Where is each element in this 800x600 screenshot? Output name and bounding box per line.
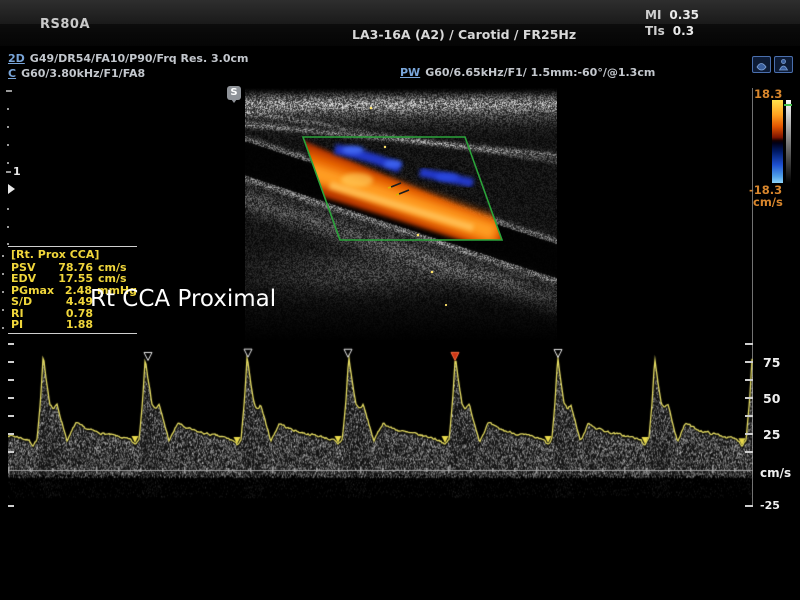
velocity-unit-label: cm/s: [760, 466, 791, 480]
scale-tick: [745, 379, 753, 381]
b-mode-settings: G49/DR54/FA10/P90/Frq Res. 3.0cm: [30, 52, 249, 65]
depth-ruler-dot: [7, 162, 9, 164]
mi-label: MI: [645, 8, 661, 22]
scale-tick: [8, 415, 14, 417]
scale-tick: [8, 433, 14, 435]
b-mode-label[interactable]: 2D: [8, 52, 25, 65]
color-mode-params: C G60/3.80kHz/F1/FA8: [8, 67, 145, 80]
ultrasound-screen: RS80A LA3-16A (A2) / Carotid / FR25Hz MI…: [0, 0, 800, 600]
top-status-bar: RS80A LA3-16A (A2) / Carotid / FR25Hz MI…: [0, 0, 800, 46]
edge-ruler-dot: [2, 255, 4, 257]
depth-ruler-dot: [7, 126, 9, 128]
scale-tick: [745, 343, 751, 345]
velocity-tick-label: 75: [763, 355, 780, 370]
scale-tick: [8, 379, 14, 381]
depth-ruler-tick: [6, 90, 12, 92]
mi-readout: MI 0.35: [645, 8, 699, 22]
annotation-text[interactable]: Rt CCA Proximal: [90, 286, 276, 312]
scale-tick: [745, 505, 753, 507]
color-doppler-bar: [772, 100, 783, 183]
ti-readout: TIs 0.3: [645, 24, 694, 38]
scale-tick: [745, 361, 753, 363]
depth-ruler-dot: [7, 243, 9, 245]
color-mode-label[interactable]: C: [8, 67, 16, 80]
scale-tick: [745, 397, 753, 399]
probe-exam-title: LA3-16A (A2) / Carotid / FR25Hz: [352, 27, 576, 42]
depth-ruler-dot: [7, 144, 9, 146]
edge-ruler-dot: [2, 291, 4, 293]
gray-map-marker: [784, 104, 792, 106]
scale-tick: [8, 505, 14, 507]
velocity-tick-label: 50: [763, 391, 780, 406]
scale-tick: [8, 343, 14, 345]
scale-tick: [8, 361, 14, 363]
velocity-tick-label: -25: [760, 499, 780, 512]
depth-ruler-dot: [7, 108, 9, 110]
color-scale-max: 18.3: [754, 87, 782, 101]
color-scale-unit: cm/s: [753, 195, 783, 209]
focus-marker-icon[interactable]: [8, 184, 15, 194]
scale-tick: [745, 451, 753, 453]
edge-ruler-dot: [2, 327, 4, 329]
depth-ruler-dot: [7, 208, 9, 210]
ti-label: TIs: [645, 24, 665, 38]
ti-value: 0.3: [673, 24, 694, 38]
pw-mode-params: PW G60/6.65kHz/F1/ 1.5mm:-60°/@1.3cm: [400, 66, 655, 79]
pw-mode-label[interactable]: PW: [400, 66, 420, 79]
measurement-row: PI1.88: [11, 319, 137, 331]
scale-tick: [745, 433, 753, 435]
depth-ruler-label: 1: [13, 165, 21, 178]
spectral-doppler-display[interactable]: [8, 336, 753, 508]
measurement-row: EDV17.55cm/s: [11, 273, 137, 285]
edge-ruler-dot: [2, 309, 4, 311]
scale-tick: [745, 415, 753, 417]
body-marker-icon[interactable]: [774, 56, 793, 73]
b-mode-params: 2D G49/DR54/FA10/P90/Frq Res. 3.0cm: [8, 52, 248, 65]
grayscale-bar: [786, 100, 791, 183]
mi-value: 0.35: [669, 8, 699, 22]
color-mode-settings: G60/3.80kHz/F1/FA8: [21, 67, 145, 80]
pw-mode-settings: G60/6.65kHz/F1/ 1.5mm:-60°/@1.3cm: [425, 66, 655, 79]
velocity-tick-label: 25: [763, 427, 780, 442]
edge-ruler-dot: [2, 273, 4, 275]
depth-ruler-tick: [6, 171, 11, 173]
color-doppler-overlay[interactable]: [245, 88, 557, 340]
system-model: RS80A: [40, 17, 90, 32]
probe-icon[interactable]: [752, 56, 771, 73]
scale-tick: [8, 397, 14, 399]
scale-tick: [8, 451, 14, 453]
orientation-marker: S: [227, 86, 241, 100]
depth-ruler-dot: [7, 226, 9, 228]
measurement-header: [Rt. Prox CCA]: [11, 249, 137, 261]
